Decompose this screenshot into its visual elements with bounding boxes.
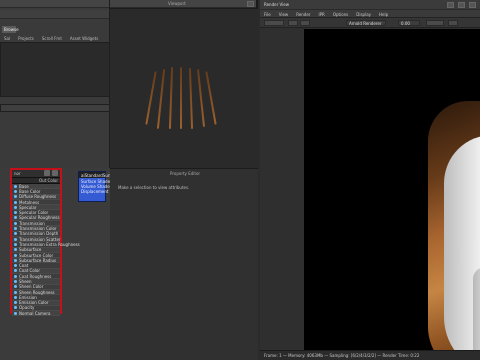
node-icon-2 bbox=[52, 170, 58, 176]
middle-panel: Viewport Property Editor Make a selectio… bbox=[110, 0, 258, 360]
mid-top-bar: Viewport bbox=[110, 0, 256, 8]
maximize-icon[interactable] bbox=[458, 2, 465, 8]
hair-strand bbox=[188, 67, 194, 130]
menu-display[interactable]: Display bbox=[356, 12, 371, 17]
property-editor-message: Make a selection to view attributes. bbox=[118, 185, 190, 190]
menu-file[interactable]: File bbox=[264, 12, 271, 17]
search-bar[interactable] bbox=[0, 104, 110, 112]
render-button[interactable] bbox=[264, 20, 284, 26]
shader-output-line[interactable]: Displacement Shader bbox=[79, 188, 124, 194]
render-view-titlebar: Render View bbox=[260, 0, 480, 10]
port-icon bbox=[14, 311, 17, 315]
property-editor: Property Editor Make a selection to view… bbox=[110, 168, 258, 360]
port-icon bbox=[14, 274, 17, 278]
port-icon bbox=[14, 205, 17, 209]
menu-view[interactable]: View bbox=[279, 12, 289, 17]
material-node-header[interactable]: nor bbox=[12, 170, 60, 178]
port-icon bbox=[14, 258, 17, 262]
port-icon bbox=[14, 248, 17, 252]
port-icon bbox=[14, 295, 17, 299]
viewport-title: Viewport bbox=[168, 1, 186, 6]
viewport[interactable] bbox=[110, 8, 258, 168]
viewport-controls bbox=[247, 0, 254, 8]
port-icon bbox=[14, 232, 17, 236]
left-top-bar bbox=[0, 0, 109, 8]
property-editor-title: Property Editor bbox=[170, 171, 201, 176]
port-icon bbox=[14, 306, 17, 310]
render-view-menubar: File View Render IPR Options Display Hel… bbox=[260, 10, 480, 18]
port-icon bbox=[14, 237, 17, 241]
port-icon bbox=[14, 211, 17, 215]
port-icon bbox=[14, 285, 17, 289]
port-icon bbox=[14, 200, 17, 204]
fit-button[interactable] bbox=[448, 20, 458, 26]
snapshot-button[interactable] bbox=[300, 20, 310, 26]
menu-ipr[interactable]: IPR bbox=[318, 12, 324, 17]
tab-projects[interactable]: Projects bbox=[18, 36, 34, 41]
port-icon bbox=[14, 269, 17, 273]
left-panel: Sal Projects Scroll Fmt Asset Widgets Br… bbox=[0, 0, 124, 360]
menu-options[interactable]: Options bbox=[333, 12, 348, 17]
shader-output-line[interactable]: Surface Shader bbox=[79, 178, 112, 184]
browse-button[interactable]: Browse bbox=[2, 26, 19, 33]
exposure-value: 0.00 bbox=[401, 20, 410, 26]
material-node-title: nor bbox=[14, 171, 21, 176]
port-icon bbox=[14, 216, 17, 220]
port-icon bbox=[14, 242, 17, 246]
render-status-text: Frame: 1 — Memory: 4063Mb — Sampling: [6… bbox=[264, 353, 420, 358]
minimize-icon[interactable] bbox=[447, 2, 454, 8]
tab-asset-widgets[interactable]: Asset Widgets bbox=[70, 36, 98, 41]
attribute-list: Base Base Color Diffuse Roughness Metaln… bbox=[12, 184, 80, 317]
port-icon bbox=[14, 253, 17, 257]
project-list[interactable] bbox=[0, 42, 110, 97]
render-toolbar: Arnold Renderer 0.00 bbox=[260, 18, 480, 28]
close-icon[interactable] bbox=[247, 1, 254, 7]
hair-strand bbox=[196, 69, 206, 127]
menu-help[interactable]: Help bbox=[379, 12, 388, 17]
render-canvas[interactable] bbox=[304, 29, 480, 360]
hair-strand bbox=[205, 71, 217, 125]
material-node-selected[interactable]: nor Out Color Base Base Color Diffuse Ro… bbox=[10, 168, 80, 317]
render-view-title: Render View bbox=[264, 2, 290, 7]
hair-strand bbox=[145, 71, 157, 125]
gamma-field[interactable] bbox=[426, 20, 444, 26]
port-icon bbox=[14, 189, 17, 193]
port-icon bbox=[14, 195, 17, 199]
left-subbar bbox=[0, 10, 109, 19]
renderer-select[interactable]: Arnold Renderer bbox=[346, 20, 386, 26]
rendered-neck bbox=[473, 267, 480, 360]
hair-strand bbox=[168, 66, 174, 130]
node-header-icons bbox=[42, 170, 58, 177]
hair-preview bbox=[144, 63, 228, 133]
port-icon bbox=[14, 221, 17, 225]
port-icon bbox=[14, 290, 17, 294]
shader-output-line[interactable]: Volume Shader bbox=[79, 183, 111, 189]
hair-strand bbox=[156, 69, 166, 129]
ipr-button[interactable] bbox=[288, 20, 298, 26]
port-icon bbox=[14, 227, 17, 231]
port-icon bbox=[14, 279, 17, 283]
close-icon[interactable] bbox=[469, 2, 476, 8]
shader-node-title: aiStandardSurface bbox=[79, 172, 118, 178]
node-icon-1 bbox=[44, 170, 50, 176]
attr-row[interactable]: Normal Camera bbox=[12, 311, 60, 317]
render-status-bar: Frame: 1 — Memory: 4063Mb — Sampling: [6… bbox=[260, 350, 480, 360]
window-controls bbox=[447, 1, 476, 9]
renderer-select-value: Arnold Renderer bbox=[349, 20, 382, 26]
exposure-field[interactable]: 0.00 bbox=[398, 20, 420, 26]
menu-render[interactable]: Render bbox=[296, 12, 310, 17]
render-view-window: Render View File View Render IPR Options… bbox=[260, 0, 480, 360]
out-color-label: Out Color bbox=[39, 178, 58, 183]
app-window: Sal Projects Scroll Fmt Asset Widgets Br… bbox=[0, 0, 480, 360]
port-icon bbox=[14, 184, 17, 188]
port-icon bbox=[14, 301, 17, 305]
shader-node[interactable]: aiStandardSurface Surface Shader Volume … bbox=[78, 171, 124, 202]
tab-sal[interactable]: Sal bbox=[4, 36, 10, 41]
hair-strand bbox=[180, 67, 182, 129]
tab-scroll-fmt[interactable]: Scroll Fmt bbox=[42, 36, 62, 41]
port-icon bbox=[14, 264, 17, 268]
